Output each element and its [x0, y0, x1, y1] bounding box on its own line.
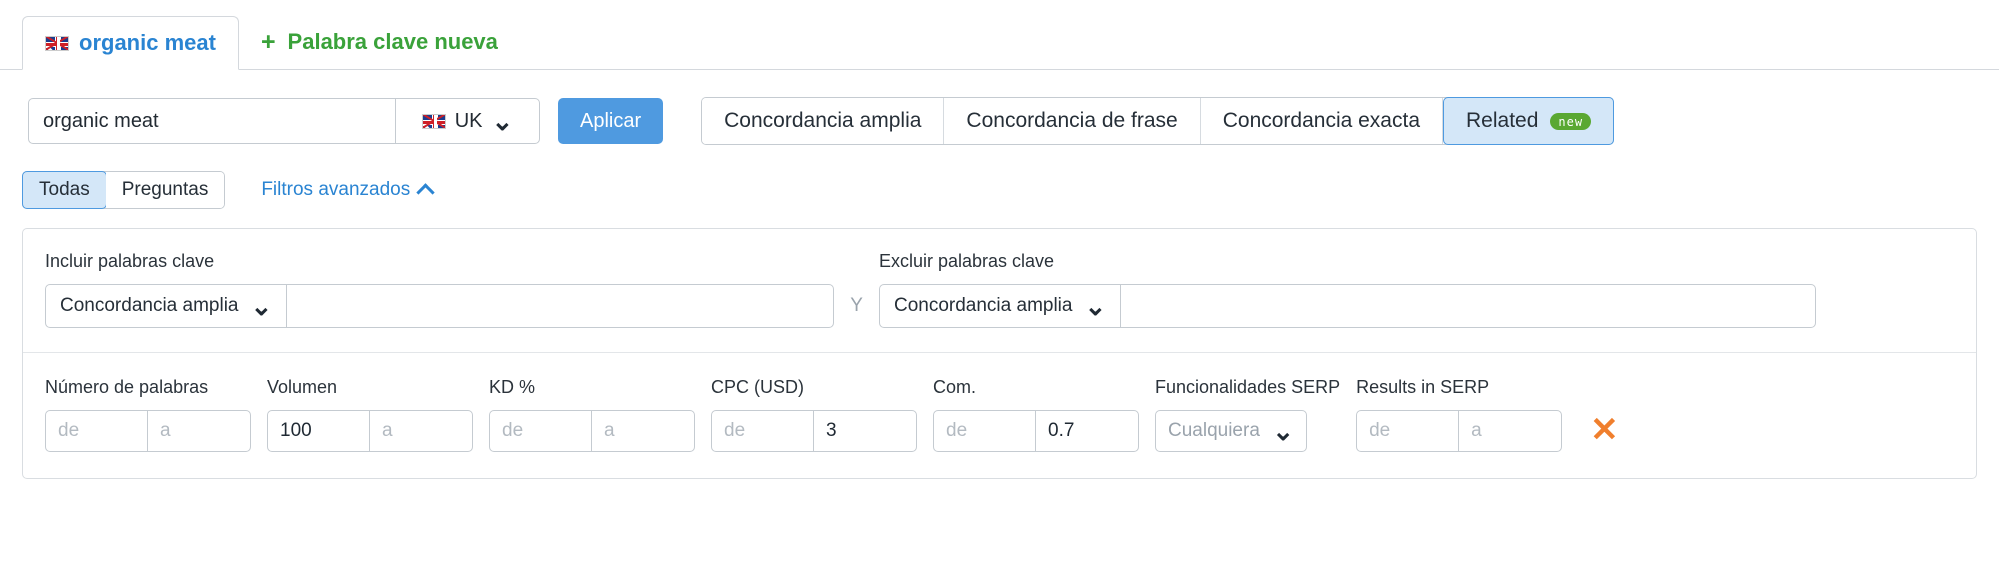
- match-type-broad[interactable]: Concordancia amplia: [702, 98, 945, 144]
- exclude-keywords-label: Excluir palabras clave: [878, 251, 1055, 271]
- include-keywords-input[interactable]: [287, 285, 834, 327]
- filter-competition-range: [933, 410, 1139, 452]
- include-match-select[interactable]: Concordancia amplia ⌄: [46, 285, 288, 327]
- filter-volume: Volumen: [267, 377, 473, 452]
- filter-cpc-range: [711, 410, 917, 452]
- chevron-down-icon: ⌄: [1272, 415, 1294, 446]
- filter-results-in-serp-from[interactable]: [1357, 411, 1460, 451]
- filter-cpc-to[interactable]: [814, 411, 916, 451]
- chevron-down-icon: ⌄: [491, 105, 514, 136]
- filter-volume-range: [267, 410, 473, 452]
- include-keywords-field: Concordancia amplia ⌄: [45, 284, 835, 328]
- keyword-filters-row: Incluir palabras clave Concordancia ampl…: [23, 229, 1976, 353]
- tab-keyword-label: organic meat: [79, 30, 216, 55]
- exclude-match-select[interactable]: Concordancia amplia ⌄: [880, 285, 1122, 327]
- exclude-keywords-input[interactable]: [1121, 285, 1816, 327]
- match-type-exact[interactable]: Concordancia exacta: [1200, 98, 1444, 144]
- view-toggle-group: Todas Preguntas: [22, 171, 226, 209]
- search-input[interactable]: [29, 99, 395, 143]
- exclude-keywords-field: Concordancia amplia ⌄: [878, 284, 1817, 328]
- match-type-phrase-label: Concordancia de frase: [966, 109, 1178, 132]
- filter-competition-to[interactable]: [1036, 411, 1138, 451]
- clear-filters-button[interactable]: ✕: [1590, 413, 1619, 447]
- match-type-phrase[interactable]: Concordancia de frase: [944, 98, 1201, 144]
- view-toggle-questions[interactable]: Preguntas: [105, 172, 225, 208]
- chevron-down-icon: ⌄: [1084, 290, 1107, 321]
- country-label: UK: [454, 109, 483, 132]
- filter-results-in-serp-label: Results in SERP: [1356, 377, 1490, 397]
- filter-kd-from[interactable]: [490, 411, 592, 451]
- filter-volume-to[interactable]: [370, 411, 472, 451]
- filter-kd: KD %: [489, 377, 695, 452]
- filter-word-count-from[interactable]: [46, 411, 148, 451]
- filter-competition: Com.: [933, 377, 1139, 452]
- filter-results-in-serp: Results in SERP: [1356, 377, 1563, 452]
- chevron-up-icon: [416, 182, 435, 202]
- view-toggle-questions-label: Preguntas: [121, 179, 209, 200]
- match-type-exact-label: Concordancia exacta: [1222, 109, 1421, 132]
- view-toggle-all[interactable]: Todas: [22, 171, 107, 209]
- include-match-value: Concordancia amplia: [60, 295, 239, 316]
- advanced-filters-label: Filtros avanzados: [261, 179, 411, 200]
- filter-serp-features-label: Funcionalidades SERP: [1155, 377, 1341, 397]
- exclude-match-value: Concordancia amplia: [893, 295, 1073, 316]
- view-toggle-row: Todas Preguntas Filtros avanzados: [0, 170, 1999, 210]
- include-keywords-label: Incluir palabras clave: [45, 251, 215, 271]
- filter-serp-features-select[interactable]: Cualquiera ⌄: [1155, 410, 1307, 452]
- filter-kd-label: KD %: [489, 377, 536, 397]
- filter-serp-features-value: Cualquiera: [1168, 420, 1260, 441]
- tab-keyword-organic-meat[interactable]: organic meat: [22, 16, 239, 70]
- match-type-group: Concordancia amplia Concordancia de fras…: [701, 97, 1615, 145]
- chevron-down-icon: ⌄: [250, 290, 273, 321]
- include-keywords-group: Incluir palabras clave Concordancia ampl…: [45, 251, 835, 328]
- tab-bar: organic meat + Palabra clave nueva: [0, 0, 1999, 70]
- filter-competition-label: Com.: [933, 377, 977, 397]
- uk-flag-icon: [45, 35, 69, 51]
- match-type-broad-label: Concordancia amplia: [724, 109, 922, 132]
- filter-kd-range: [489, 410, 695, 452]
- tab-new-keyword[interactable]: + Palabra clave nueva: [239, 15, 520, 69]
- plus-icon: +: [260, 27, 276, 56]
- filter-word-count-label: Número de palabras: [45, 377, 209, 397]
- filter-cpc-from[interactable]: [712, 411, 814, 451]
- match-type-related-label: Related: [1466, 109, 1539, 132]
- filter-word-count-range: [45, 410, 251, 452]
- view-toggle-all-label: Todas: [39, 179, 90, 200]
- advanced-filters-panel: Incluir palabras clave Concordancia ampl…: [22, 228, 1977, 479]
- search-box: UK ⌄: [28, 98, 540, 144]
- filter-kd-to[interactable]: [592, 411, 694, 451]
- apply-button[interactable]: Aplicar: [558, 98, 664, 144]
- filter-volume-label: Volumen: [267, 377, 338, 397]
- filter-results-in-serp-to[interactable]: [1459, 411, 1562, 451]
- exclude-keywords-group: Excluir palabras clave Concordancia ampl…: [878, 251, 1817, 328]
- tab-new-keyword-label: Palabra clave nueva: [287, 29, 498, 54]
- metric-filters-row: Número de palabras Volumen KD % CPC (USD…: [23, 353, 1976, 478]
- match-type-related[interactable]: Related new: [1443, 97, 1615, 145]
- filter-volume-from[interactable]: [268, 411, 370, 451]
- filter-cpc-label: CPC (USD): [711, 377, 804, 397]
- filter-serp-features: Funcionalidades SERP Cualquiera ⌄: [1155, 377, 1340, 452]
- filter-separator-and: Y: [850, 295, 863, 316]
- filter-cpc: CPC (USD): [711, 377, 917, 452]
- advanced-filters-toggle[interactable]: Filtros avanzados: [261, 179, 435, 202]
- country-selector[interactable]: UK ⌄: [395, 99, 539, 143]
- filter-results-in-serp-range: [1356, 410, 1563, 452]
- filter-word-count: Número de palabras: [45, 377, 251, 452]
- new-badge: new: [1550, 112, 1592, 130]
- filter-word-count-to[interactable]: [148, 411, 250, 451]
- filter-competition-from[interactable]: [934, 411, 1036, 451]
- uk-flag-icon: [421, 113, 446, 129]
- search-row: UK ⌄ Aplicar Concordancia amplia Concord…: [0, 70, 1999, 146]
